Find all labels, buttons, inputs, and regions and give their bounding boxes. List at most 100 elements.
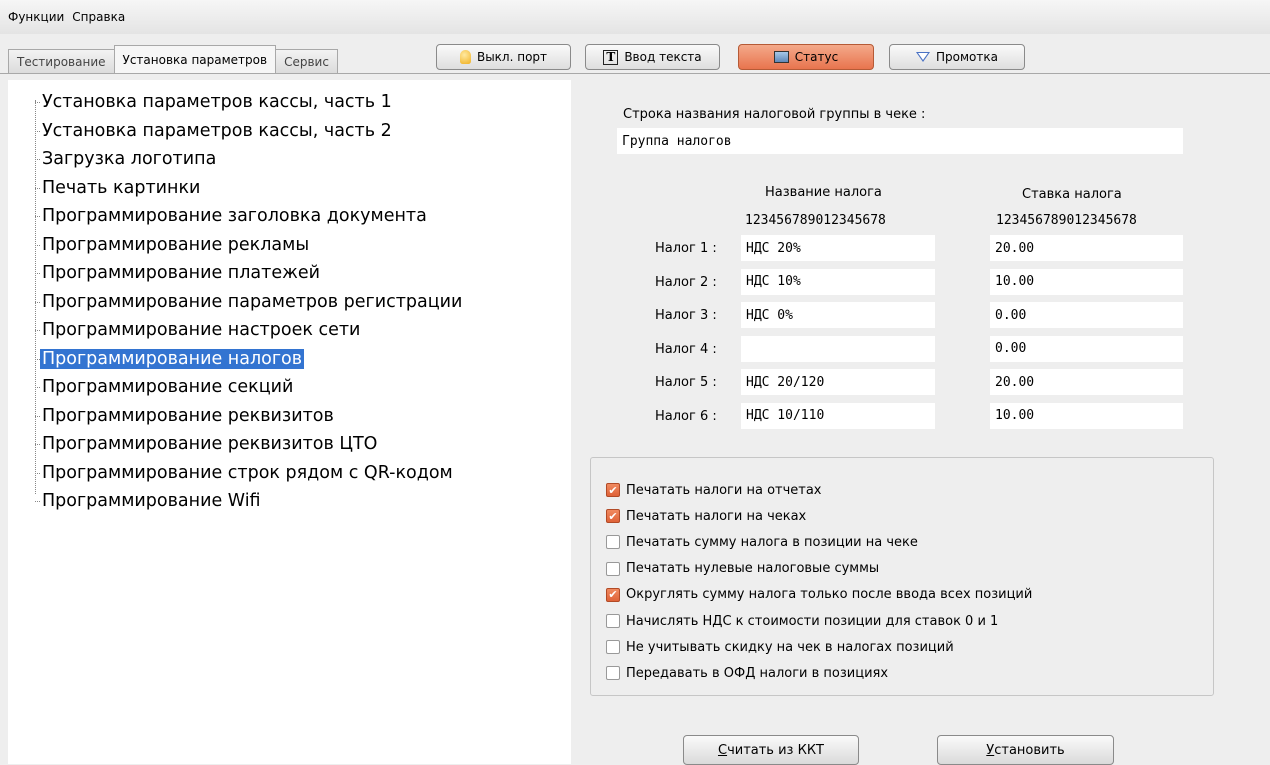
- tree-item[interactable]: Установка параметров кассы, часть 2: [35, 117, 464, 146]
- option-checkbox[interactable]: ✔ Округлять сумму налога только после вво…: [606, 586, 1032, 604]
- scroll-label: Промотка: [936, 50, 998, 64]
- tax-name-input[interactable]: НДС 10%: [741, 268, 935, 295]
- group-name-input[interactable]: Группа налогов: [617, 128, 1183, 154]
- tree-item-label: Программирование платежей: [42, 263, 320, 284]
- tree-item-label: Программирование строк рядом с QR-кодом: [42, 462, 453, 483]
- tab-bar: Тестирование Установка параметров Сервис: [8, 45, 338, 73]
- text-input-label: Ввод текста: [624, 50, 702, 64]
- option-label: Не учитывать скидку на чек в налогах поз…: [626, 639, 954, 655]
- group-name-label: Строка названия налоговой группы в чеке …: [623, 107, 926, 122]
- tax-rate-input[interactable]: 10.00: [990, 402, 1183, 429]
- scroll-button[interactable]: Промотка: [889, 44, 1025, 70]
- option-checkbox[interactable]: ✔ Печатать налоги на чеках: [606, 507, 806, 525]
- menu-bar: Функции Справка: [0, 0, 1270, 34]
- tree-item[interactable]: Установка параметров кассы, часть 1: [35, 88, 464, 117]
- apply-button[interactable]: Установить: [937, 735, 1114, 765]
- tree-item-label: Программирование параметров регистрации: [42, 291, 463, 312]
- option-checkbox[interactable]: ✔ Печатать налоги на отчетах: [606, 481, 822, 499]
- checkmark-icon[interactable]: ✔: [606, 483, 620, 497]
- tree-item-label: Установка параметров кассы, часть 2: [42, 120, 392, 141]
- tree-item[interactable]: Программирование реквизитов: [35, 402, 464, 431]
- option-checkbox[interactable]: Не учитывать скидку на чек в налогах поз…: [606, 638, 954, 656]
- tax-label: Налог 3 :: [655, 308, 717, 323]
- tax-rate-input[interactable]: 20.00: [990, 235, 1183, 261]
- tree-item-label: Программирование реквизитов: [42, 405, 334, 426]
- tax-settings-form: Строка названия налоговой группы в чеке …: [576, 80, 1270, 765]
- checkbox-empty-icon[interactable]: [606, 640, 620, 655]
- tax-name-input[interactable]: [741, 335, 935, 362]
- tree-item-label: Программирование налогов: [40, 348, 305, 369]
- option-label: Печатать налоги на отчетах: [626, 482, 822, 498]
- tree-item[interactable]: Программирование строк рядом с QR-кодом: [35, 459, 464, 488]
- checkbox-empty-icon[interactable]: [606, 614, 620, 628]
- port-off-label: Выкл. порт: [476, 50, 548, 64]
- settings-tree-panel: Установка параметров кассы, часть 1 Устан…: [8, 80, 571, 764]
- option-label: Печатать сумму налога в позиции на чеке: [626, 534, 918, 550]
- option-label: Округлять сумму налога только после ввод…: [626, 587, 1033, 603]
- tree-item-label: Программирование заголовка документа: [42, 206, 427, 227]
- tax-name-input[interactable]: НДС 20%: [741, 235, 935, 261]
- tree-item[interactable]: Программирование Wifi: [35, 487, 464, 516]
- triangle-down-icon: [916, 52, 931, 62]
- port-off-button[interactable]: Выкл. порт: [436, 44, 571, 70]
- checkmark-icon[interactable]: ✔: [606, 509, 620, 524]
- tree-item[interactable]: Программирование платежей: [35, 259, 464, 288]
- tree-item-label: Программирование рекламы: [42, 234, 310, 255]
- settings-tree: Установка параметров кассы, часть 1 Устан…: [35, 88, 464, 516]
- tree-item[interactable]: Программирование настроек сети: [35, 316, 464, 345]
- tax-name-input[interactable]: НДС 0%: [741, 302, 935, 328]
- tree-item[interactable]: Программирование секций: [35, 373, 464, 402]
- status-button[interactable]: Статус: [738, 44, 874, 70]
- tab-service[interactable]: Сервис: [275, 49, 338, 73]
- status-label: Статус: [794, 50, 839, 64]
- checkmark-icon[interactable]: ✔: [606, 587, 620, 602]
- tree-item[interactable]: Печать картинки: [35, 174, 464, 203]
- option-checkbox[interactable]: Начислять НДС к стоимости позиции для ст…: [606, 612, 998, 630]
- tax-label: Налог 1 :: [655, 241, 717, 256]
- tax-rate-input[interactable]: 0.00: [990, 302, 1183, 328]
- option-label: Печатать налоги на чеках: [626, 508, 807, 524]
- tax-name-input[interactable]: НДС 20/120: [741, 369, 935, 395]
- tree-item[interactable]: Программирование налогов: [35, 345, 464, 374]
- tree-item-label: Печать картинки: [42, 177, 201, 198]
- tax-label: Налог 6 :: [655, 408, 717, 424]
- text-icon: T: [603, 49, 619, 65]
- tax-rate-input[interactable]: 0.00: [990, 335, 1183, 362]
- checkbox-empty-icon[interactable]: [606, 666, 620, 681]
- tax-rate-input[interactable]: 20.00: [990, 369, 1183, 395]
- tax-rate-input[interactable]: 10.00: [990, 268, 1183, 295]
- tree-item-label: Программирование настроек сети: [42, 320, 361, 341]
- option-label: Печатать нулевые налоговые суммы: [626, 561, 880, 577]
- tab-divider: [0, 73, 1270, 74]
- tree-item[interactable]: Программирование параметров регистрации: [35, 288, 464, 317]
- option-label: Начислять НДС к стоимости позиции для ст…: [626, 613, 999, 629]
- checkbox-empty-icon[interactable]: [606, 535, 620, 550]
- menu-functions[interactable]: Функции: [8, 10, 64, 24]
- read-from-kkt-label: Считать из ККТ: [717, 742, 824, 758]
- tax-name-input[interactable]: НДС 10/110: [741, 402, 935, 429]
- option-checkbox[interactable]: Печатать сумму налога в позиции на чеке: [606, 533, 918, 551]
- tree-item[interactable]: Программирование рекламы: [35, 231, 464, 260]
- tax-rate-ruler: 123456789012345678: [996, 213, 1137, 228]
- tree-item-label: Установка параметров кассы, часть 1: [42, 92, 392, 113]
- tree-item[interactable]: Программирование реквизитов ЦТО: [35, 430, 464, 459]
- tax-label: Налог 4 :: [655, 341, 717, 357]
- tab-settings[interactable]: Установка параметров: [113, 45, 277, 73]
- status-icon: [773, 51, 789, 63]
- menu-help[interactable]: Справка: [72, 10, 125, 24]
- apply-label: Установить: [986, 742, 1065, 758]
- tree-item-label: Программирование реквизитов ЦТО: [42, 434, 378, 455]
- checkbox-empty-icon[interactable]: [606, 561, 620, 576]
- tax-label: Налог 5 :: [655, 375, 717, 390]
- tree-item[interactable]: Программирование заголовка документа: [35, 202, 464, 231]
- option-checkbox[interactable]: Печатать нулевые налоговые суммы: [606, 560, 879, 578]
- option-label: Передавать в ОФД налоги в позициях: [626, 665, 889, 681]
- tax-label: Налог 2 :: [655, 274, 717, 290]
- option-checkbox[interactable]: Передавать в ОФД налоги в позициях: [606, 664, 888, 682]
- read-from-kkt-button[interactable]: Считать из ККТ: [683, 735, 859, 765]
- tree-item-label: Программирование Wifi: [42, 491, 261, 512]
- tax-rate-header: Ставка налога: [1022, 187, 1122, 202]
- text-input-button[interactable]: T Ввод текста: [585, 44, 720, 70]
- tree-item[interactable]: Загрузка логотипа: [35, 145, 464, 174]
- tab-testing[interactable]: Тестирование: [8, 49, 115, 73]
